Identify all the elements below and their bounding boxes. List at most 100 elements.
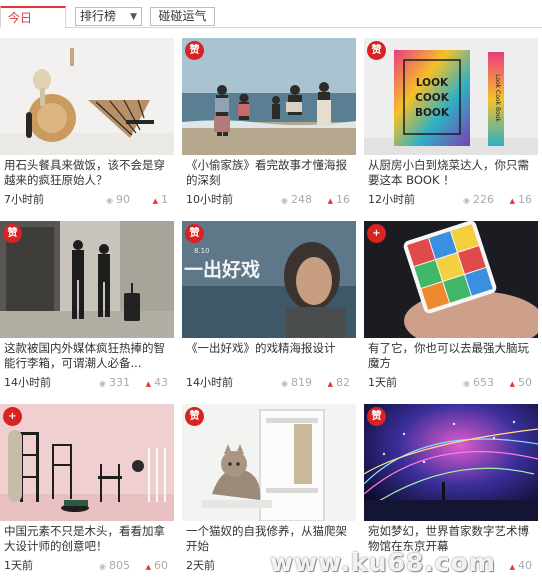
article-thumbnail[interactable]: 赞: [182, 404, 356, 521]
eye-icon: ◉: [281, 379, 288, 388]
eye-icon: ◉: [463, 196, 470, 205]
badge-icon: +: [367, 224, 386, 243]
badge-icon: 赞: [367, 407, 386, 426]
article-thumbnail[interactable]: [0, 38, 174, 155]
article-title[interactable]: 用石头餐具来做饭，该不会是穿越来的疯狂原始人？: [4, 158, 172, 190]
tab-divider: [66, 27, 542, 28]
like-count-value: 43: [154, 376, 168, 389]
article-card[interactable]: 赞 《小偷家族》看完故事才懂海报的深刻 10小时前 ◉ 248 ▲ 16: [182, 38, 356, 212]
svg-text:Look Cook Book: Look Cook Book: [494, 74, 501, 122]
site-watermark: www.ku68.com: [270, 548, 496, 577]
article-thumbnail[interactable]: 一出好戏 8.10 赞: [182, 221, 356, 338]
like-count-value: 1: [161, 193, 168, 206]
article-card[interactable]: LOOK COOK BOOK Look Cook Book 赞 从厨房小白到烧菜…: [364, 38, 538, 212]
eye-icon: ◉: [463, 379, 470, 388]
article-title[interactable]: 中国元素不只是木头，看看加拿大设计师的创意吧！: [4, 524, 172, 556]
like-count-value: 50: [518, 376, 532, 389]
view-count: ◉ 819: [281, 376, 312, 391]
movie-title-art: 一出好戏: [184, 258, 260, 281]
like-count-value: 16: [518, 193, 532, 206]
like-icon: ▲: [327, 197, 333, 205]
like-count-value: 60: [154, 559, 168, 572]
view-count: ◉ 331: [99, 376, 130, 391]
view-count: ◉ 248: [281, 193, 312, 208]
badge-icon: +: [3, 407, 22, 426]
like-icon: ▲: [509, 563, 515, 571]
article-meta: 7小时前 ◉ 90 ▲ 1: [4, 193, 172, 207]
article-time: 7小时前: [4, 193, 44, 206]
article-thumbnail[interactable]: +: [364, 221, 538, 338]
article-title[interactable]: 有了它，你也可以去最强大脑玩魔方: [368, 341, 536, 373]
article-title[interactable]: 《小偷家族》看完故事才懂海报的深刻: [186, 158, 354, 190]
like-icon: ▲: [509, 197, 515, 205]
view-count-value: 653: [473, 376, 494, 389]
chevron-down-icon: ▼: [130, 12, 137, 22]
movie-date: 8.10: [194, 247, 210, 255]
view-count-value: 805: [109, 559, 130, 572]
view-count-value: 819: [291, 376, 312, 389]
like-count[interactable]: ▲ 82: [328, 376, 350, 391]
view-count-value: 226: [473, 193, 494, 206]
svg-text:BOOK: BOOK: [415, 107, 450, 119]
like-count-value: 82: [336, 376, 350, 389]
like-count[interactable]: ▲ 40: [510, 559, 532, 574]
article-thumbnail[interactable]: 赞: [364, 404, 538, 521]
badge-icon: 赞: [185, 407, 204, 426]
like-count-value: 40: [518, 559, 532, 572]
eye-icon: ◉: [99, 562, 106, 571]
article-card[interactable]: 赞 这款被国内外媒体疯狂热捧的智能行李箱，可谓潮人必备... 14小时前 ◉ 33…: [0, 221, 174, 395]
article-time: 10小时前: [186, 193, 233, 206]
article-meta: 14小时前 ◉ 819 ▲ 82: [186, 376, 354, 390]
badge-icon: 赞: [185, 224, 204, 243]
article-thumbnail[interactable]: 赞: [182, 38, 356, 155]
article-time: 12小时前: [368, 193, 415, 206]
ranking-select[interactable]: 排行榜 ▼: [75, 7, 142, 26]
ranking-select-label: 排行榜: [80, 9, 117, 23]
like-icon: ▲: [145, 380, 151, 388]
eye-icon: ◉: [106, 196, 113, 205]
like-count[interactable]: ▲ 16: [510, 193, 532, 208]
view-count: ◉ 653: [463, 376, 494, 391]
like-icon: ▲: [145, 563, 151, 571]
svg-text:COOK: COOK: [415, 92, 450, 104]
view-count-value: 248: [291, 193, 312, 206]
article-title[interactable]: 从厨房小白到烧菜达人，你只需要这本 BOOK ！: [368, 158, 536, 190]
like-count[interactable]: ▲ 43: [146, 376, 168, 391]
article-card[interactable]: + 有了它，你也可以去最强大脑玩魔方 1天前 ◉ 653 ▲ 50: [364, 221, 538, 395]
article-thumbnail[interactable]: 赞: [0, 221, 174, 338]
like-count-value: 16: [336, 193, 350, 206]
article-meta: 1天前 ◉ 653 ▲ 50: [368, 376, 536, 390]
article-time: 1天前: [4, 559, 33, 572]
luck-button[interactable]: 碰碰运气: [150, 7, 215, 26]
like-count[interactable]: ▲ 1: [153, 193, 168, 208]
article-card[interactable]: 一出好戏 8.10 赞 《一出好戏》的戏精海报设计 14小时前 ◉ 819 ▲ 82: [182, 221, 356, 395]
view-count: ◉ 90: [106, 193, 130, 208]
like-count[interactable]: ▲ 60: [146, 559, 168, 574]
article-title[interactable]: 这款被国内外媒体疯狂热捧的智能行李箱，可谓潮人必备...: [4, 341, 172, 373]
article-meta: 14小时前 ◉ 331 ▲ 43: [4, 376, 172, 390]
badge-icon: 赞: [3, 224, 22, 243]
article-time: 1天前: [368, 376, 397, 389]
like-count[interactable]: ▲ 50: [510, 376, 532, 391]
view-count: ◉ 805: [99, 559, 130, 574]
view-count-value: 90: [116, 193, 130, 206]
like-icon: ▲: [327, 380, 333, 388]
badge-icon: 赞: [367, 41, 386, 60]
tab-today[interactable]: 今日: [0, 6, 66, 28]
article-thumbnail[interactable]: LOOK COOK BOOK Look Cook Book 赞: [364, 38, 538, 155]
article-time: 2天前: [186, 559, 215, 572]
view-count-value: 331: [109, 376, 130, 389]
like-icon: ▲: [509, 380, 515, 388]
like-count[interactable]: ▲ 16: [328, 193, 350, 208]
article-thumbnail[interactable]: +: [0, 404, 174, 521]
article-title[interactable]: 《一出好戏》的戏精海报设计: [186, 341, 354, 373]
svg-text:LOOK: LOOK: [416, 77, 449, 89]
filter-bar: 今日 排行榜 ▼ 碰碰运气: [0, 0, 542, 32]
eye-icon: ◉: [281, 196, 288, 205]
article-card[interactable]: 用石头餐具来做饭，该不会是穿越来的疯狂原始人？ 7小时前 ◉ 90 ▲ 1: [0, 38, 174, 212]
article-time: 14小时前: [4, 376, 51, 389]
badge-icon: 赞: [185, 41, 204, 60]
article-meta: 10小时前 ◉ 248 ▲ 16: [186, 193, 354, 207]
eye-icon: ◉: [99, 379, 106, 388]
article-card[interactable]: + 中国元素不只是木头，看看加拿大设计师的创意吧！ 1天前 ◉ 805 ▲ 60: [0, 404, 174, 578]
